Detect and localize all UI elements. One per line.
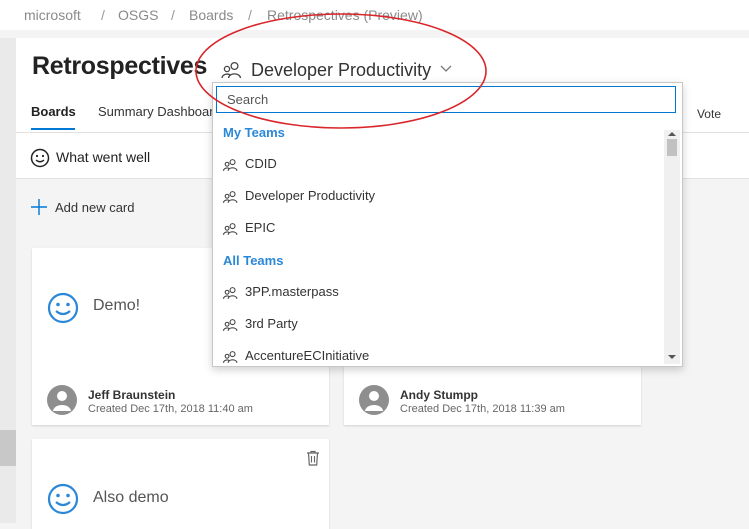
- add-new-card-label: Add new card: [55, 200, 135, 215]
- team-icon: [222, 221, 238, 242]
- plus-icon: [30, 198, 48, 221]
- avatar: [47, 385, 77, 415]
- page-title: Retrospectives: [32, 52, 208, 80]
- card-text: Demo!: [93, 297, 141, 314]
- add-new-card-button[interactable]: Add new card: [30, 198, 150, 218]
- trash-icon[interactable]: [306, 450, 320, 471]
- card-created-date: Created Dec 17th, 2018 11:39 am: [400, 403, 565, 415]
- breadcrumb-separator: /: [101, 7, 105, 23]
- scroll-up-arrow-icon[interactable]: [668, 132, 676, 136]
- scroll-down-arrow-icon[interactable]: [668, 355, 676, 359]
- tab-boards[interactable]: Boards: [31, 104, 76, 119]
- group-label-all-teams: All Teams: [223, 253, 284, 268]
- team-icon: [222, 285, 238, 306]
- column-title: What went well: [56, 149, 151, 165]
- tab-summary-dashboard[interactable]: Summary Dashboard: [98, 104, 221, 119]
- breadcrumb-item-retrospectives[interactable]: Retrospectives (Preview): [267, 7, 423, 23]
- smiley-icon: [30, 148, 50, 173]
- team-option-label: 3PP.masterpass: [245, 284, 339, 299]
- chevron-down-icon: [438, 60, 454, 81]
- dropdown-scrollbar[interactable]: [664, 130, 680, 364]
- team-option-accentureecinitiative[interactable]: AccentureECInitiative: [213, 342, 663, 364]
- team-option-label: CDID: [245, 156, 277, 171]
- breadcrumb-item-org[interactable]: microsoft: [24, 7, 81, 23]
- card-author: Andy Stumpp: [400, 388, 478, 402]
- team-icon: [222, 189, 238, 210]
- left-navigation-marker: [0, 430, 16, 466]
- team-selector-label: Developer Productivity: [251, 60, 432, 80]
- breadcrumb-separator: /: [171, 7, 175, 23]
- team-option-label: Developer Productivity: [245, 188, 376, 203]
- team-selector[interactable]: Developer Productivity: [220, 58, 470, 84]
- team-option-developer-productivity[interactable]: Developer Productivity: [213, 182, 663, 210]
- feedback-card[interactable]: Also demo: [32, 439, 329, 529]
- smiley-icon: [47, 292, 79, 329]
- team-icon: [222, 317, 238, 338]
- team-option-label: 3rd Party: [245, 316, 298, 331]
- team-dropdown: My Teams CDID Developer Productivity EPI…: [212, 82, 683, 367]
- card-created-date: Created Dec 17th, 2018 11:40 am: [88, 403, 253, 415]
- team-search-input[interactable]: [216, 86, 676, 113]
- team-option-epic[interactable]: EPIC: [213, 214, 663, 242]
- breadcrumb-item-boards[interactable]: Boards: [189, 7, 233, 23]
- team-icon: [222, 157, 238, 178]
- vote-label[interactable]: Vote: [697, 107, 721, 121]
- team-option-cdid[interactable]: CDID: [213, 150, 663, 178]
- team-option-label: EPIC: [245, 220, 276, 235]
- team-icon: [222, 349, 238, 364]
- avatar: [359, 385, 389, 415]
- breadcrumb-item-project[interactable]: OSGS: [118, 7, 158, 23]
- group-label-my-teams: My Teams: [223, 125, 285, 140]
- team-option-3pp-masterpass[interactable]: 3PP.masterpass: [213, 278, 663, 306]
- team-option-3rd-party[interactable]: 3rd Party: [213, 310, 663, 338]
- smiley-icon: [47, 483, 79, 520]
- breadcrumb-separator: /: [248, 7, 252, 23]
- active-tab-indicator: [31, 128, 75, 130]
- card-text: Also demo: [93, 489, 169, 506]
- team-option-label: AccentureECInitiative: [245, 348, 370, 363]
- card-author: Jeff Braunstein: [88, 388, 176, 402]
- scrollbar-thumb[interactable]: [667, 139, 677, 156]
- breadcrumb: microsoft / OSGS / Boards / Retrospectiv…: [0, 0, 749, 30]
